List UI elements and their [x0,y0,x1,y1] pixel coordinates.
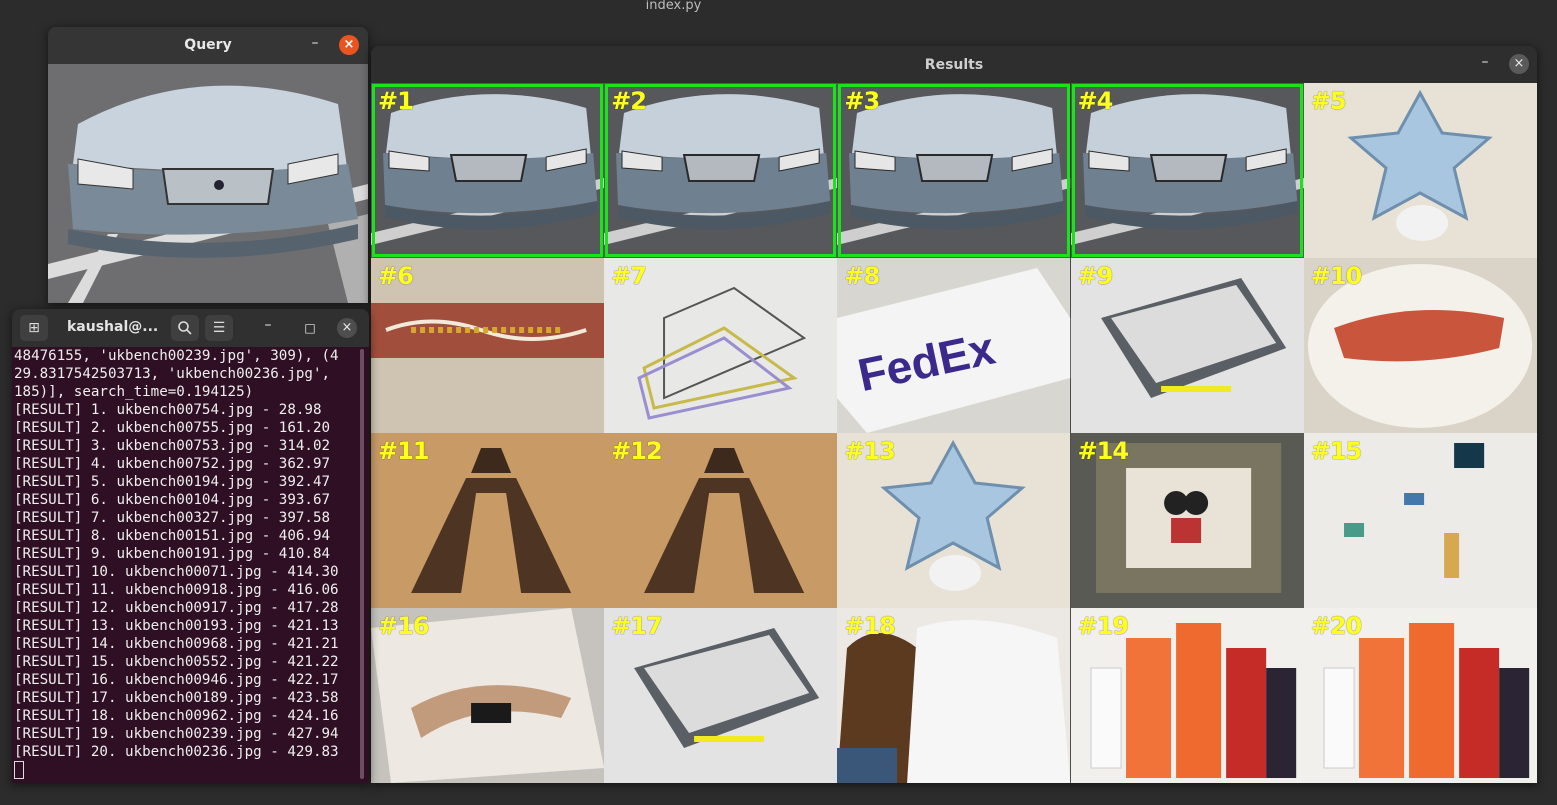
terminal-line: [RESULT] 6. ukbench00104.jpg - 393.67 [14,492,331,508]
results-window-title: Results [924,57,984,73]
close-button[interactable]: × [1509,54,1529,74]
result-thumbnail: #13 [837,433,1071,608]
result-thumbnail: #3 [837,83,1071,258]
terminal-line: [RESULT] 19. ukbench00239.jpg - 427.94 [14,726,339,742]
new-tab-button[interactable]: ⊞ [20,315,48,341]
terminal-line: 185)], search_time=0.194125) [14,384,254,400]
menu-button[interactable]: ☰ [205,315,233,341]
terminal-title: kaushal@... [67,319,159,335]
result-rank-label: #13 [844,437,896,465]
terminal-line: 29.8317542503713, 'ukbench00236.jpg', [14,366,331,382]
result-thumbnail: #15 [1303,433,1537,608]
terminal-line: [RESULT] 2. ukbench00755.jpg - 161.20 [14,420,331,436]
terminal-line: [RESULT] 20. ukbench00236.jpg - 429.83 [14,744,339,760]
terminal-line: [RESULT] 12. ukbench00917.jpg - 417.28 [14,600,339,616]
terminal-line: [RESULT] 11. ukbench00918.jpg - 416.06 [14,582,339,598]
result-rank-label: #7 [611,262,647,290]
terminal-line: [RESULT] 5. ukbench00194.jpg - 392.47 [14,474,331,490]
search-icon [178,321,192,335]
terminal-line: [RESULT] 10. ukbench00071.jpg - 414.30 [14,564,339,580]
minimize-button[interactable]: – [1475,55,1495,75]
result-rank-label: #19 [1077,612,1130,640]
result-thumbnail: #20 [1303,608,1537,783]
maximize-button[interactable]: □ [300,318,320,338]
terminal-line: [RESULT] 7. ukbench00327.jpg - 397.58 [14,510,331,526]
terminal-line: [RESULT] 13. ukbench00193.jpg - 421.13 [14,618,339,634]
result-thumbnail: #2 [604,83,838,258]
terminal-titlebar[interactable]: ⊞ kaushal@... ☰ – □ × [12,309,369,347]
result-thumbnail: #10 [1303,258,1537,433]
terminal-output[interactable]: 48476155, 'ukbench00239.jpg', 309), (4 29… [14,347,359,783]
result-thumbnail: #11 [371,433,605,608]
minimize-button[interactable]: – [305,36,325,56]
result-thumbnail: #19 [1070,608,1304,783]
result-rank-label: #8 [844,262,880,290]
result-thumbnail: FedEx #8 [837,258,1071,433]
result-thumbnail: #14 [1070,433,1304,608]
terminal-line: [RESULT] 3. ukbench00753.jpg - 314.02 [14,438,331,454]
result-rank-label: #9 [1077,262,1114,290]
result-rank-label: #6 [378,262,414,290]
desktop-title: index.py [645,0,702,13]
terminal-line: [RESULT] 4. ukbench00752.jpg - 362.97 [14,456,331,472]
terminal-cursor [14,761,24,779]
result-rank-label: #5 [1310,87,1347,115]
new-tab-icon: ⊞ [28,320,40,336]
close-button[interactable]: × [339,35,359,55]
terminal-window: ⊞ kaushal@... ☰ – □ × 48476155, 'ukbench… [12,309,369,783]
result-rank-label: #1 [378,87,414,115]
minimize-button[interactable]: – [258,318,278,338]
terminal-line: [RESULT] 14. ukbench00968.jpg - 421.21 [14,636,339,652]
results-window: Results – × #1 #2 #3 #4 #5 #6 #7 FedEx #… [371,46,1537,783]
result-rank-label: #11 [378,437,430,465]
result-thumbnail: #12 [604,433,838,608]
result-rank-label: #12 [611,437,663,465]
result-rank-label: #2 [611,87,647,115]
terminal-line: [RESULT] 17. ukbench00189.jpg - 423.58 [14,690,339,706]
result-thumbnail: #17 [604,608,838,783]
result-rank-label: #15 [1310,437,1363,465]
terminal-line: [RESULT] 18. ukbench00962.jpg - 424.16 [14,708,339,724]
result-thumbnail: #1 [371,83,605,258]
menu-icon: ☰ [212,320,226,336]
result-thumbnail: #16 [371,608,605,783]
result-rank-label: #20 [1310,612,1363,640]
terminal-line: [RESULT] 15. ukbench00552.jpg - 421.22 [14,654,339,670]
result-rank-label: #10 [1310,262,1363,290]
result-rank-label: #16 [378,612,430,640]
result-thumbnail: #6 [371,258,605,433]
query-window: Query – × [48,27,368,303]
terminal-line: [RESULT] 16. ukbench00946.jpg - 422.17 [14,672,339,688]
terminal-line: [RESULT] 9. ukbench00191.jpg - 410.84 [14,546,331,562]
terminal-scrollbar[interactable] [360,349,364,779]
result-rank-label: #14 [1077,437,1130,465]
result-thumbnail: #5 [1303,83,1537,258]
terminal-line: [RESULT] 8. ukbench00151.jpg - 406.94 [14,528,331,544]
result-thumbnail: #9 [1070,258,1304,433]
result-thumbnail: #4 [1070,83,1304,258]
result-thumbnail: #7 [604,258,838,433]
terminal-line: [RESULT] 1. ukbench00754.jpg - 28.98 [14,402,322,418]
result-rank-label: #18 [844,612,896,640]
query-titlebar[interactable]: Query – × [48,27,368,64]
results-titlebar[interactable]: Results – × [371,46,1537,83]
result-rank-label: #4 [1077,87,1114,115]
result-rank-label: #3 [844,87,880,115]
terminal-line: 48476155, 'ukbench00239.jpg', 309), (4 [14,348,339,364]
close-button[interactable]: × [337,318,357,338]
search-button[interactable] [171,315,199,341]
query-car-image [48,64,368,303]
results-grid: #1 #2 #3 #4 #5 #6 #7 FedEx #8 #9 #10 #11… [371,83,1537,783]
result-thumbnail: #18 [837,608,1071,783]
result-rank-label: #17 [611,612,663,640]
